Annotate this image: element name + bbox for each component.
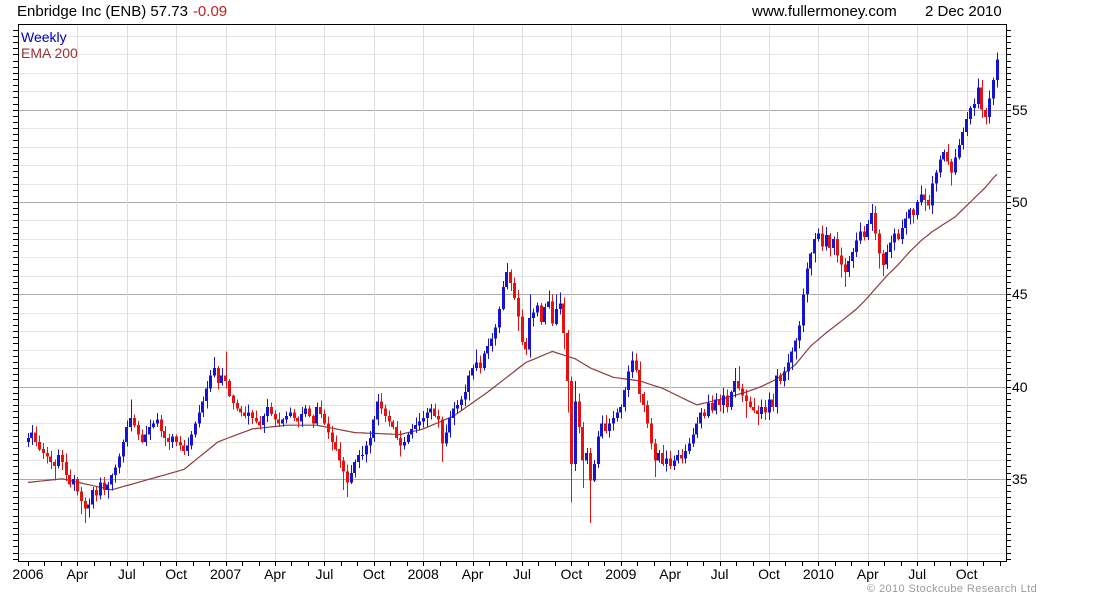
- y-axis-label: 50: [1012, 194, 1028, 210]
- x-axis-label: 2008: [408, 566, 439, 582]
- x-axis-label: Apr: [264, 566, 286, 582]
- x-axis-label: 2010: [803, 566, 834, 582]
- x-axis-label: Apr: [67, 566, 89, 582]
- x-axis-label: 2009: [605, 566, 636, 582]
- x-axis-label: Jul: [908, 566, 926, 582]
- x-axis-label: Oct: [165, 566, 187, 582]
- y-axis-label: 45: [1012, 286, 1028, 302]
- x-axis-label: Apr: [462, 566, 484, 582]
- x-axis-label: Oct: [956, 566, 978, 582]
- chart-page: Enbridge Inc (ENB) 57.73 -0.09 www.fuller…: [0, 0, 1100, 600]
- x-axis-label: 2006: [12, 566, 43, 582]
- price-chart-canvas: 55 50 45 40 35 2006 Apr Jul Oct 2007 Apr Jul Oct 2008…: [12, 24, 1028, 582]
- x-axis-label: Jul: [315, 566, 333, 582]
- legend-ema-200: EMA 200: [21, 45, 78, 61]
- x-axis-label: Oct: [758, 566, 780, 582]
- x-axis-label: Oct: [363, 566, 385, 582]
- copyright-notice: © 2010 Stockcube Research Ltd: [867, 583, 1038, 595]
- x-axis-label: Jul: [118, 566, 136, 582]
- x-axis-label: Jul: [711, 566, 729, 582]
- x-axis-label: Apr: [659, 566, 681, 582]
- legend-timeframe: Weekly: [21, 29, 67, 45]
- y-axis-label: 35: [1012, 471, 1028, 487]
- x-axis-label: Oct: [561, 566, 583, 582]
- x-axis-label: Jul: [513, 566, 531, 582]
- y-axis-label: 40: [1012, 379, 1028, 395]
- x-axis-label: 2007: [210, 566, 241, 582]
- y-axis-label: 55: [1012, 102, 1028, 118]
- x-axis-label: Apr: [857, 566, 879, 582]
